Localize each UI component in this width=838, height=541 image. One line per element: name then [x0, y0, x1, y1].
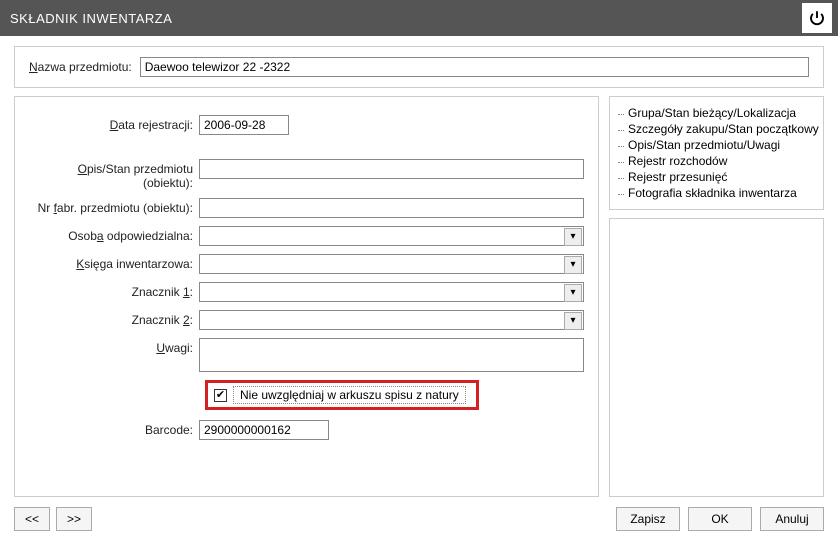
action-buttons: Zapisz OK Anuluj [616, 507, 824, 531]
mid-row: Data rejestracji: Opis/Stan przedmiotu (… [14, 96, 824, 497]
tree-item-opis[interactable]: Opis/Stan przedmiotu/Uwagi [618, 137, 815, 153]
tree-item-fotografia[interactable]: Fotografia składnika inwentarza [618, 185, 815, 201]
next-button[interactable]: >> [56, 507, 92, 531]
window-title: SKŁADNIK INWENTARZA [10, 11, 172, 26]
power-button[interactable] [802, 3, 832, 33]
name-panel: Nazwa przedmiotu: [14, 46, 824, 88]
osoba-select[interactable] [199, 226, 584, 246]
exclude-checkbox[interactable]: ✔ [214, 389, 227, 402]
form-panel: Data rejestracji: Opis/Stan przedmiotu (… [14, 96, 599, 497]
date-label: Data rejestracji: [29, 115, 199, 132]
ksiega-label: Księga inwentarzowa: [29, 254, 199, 271]
checkbox-row: ✔ Nie uwzględniaj w arkuszu spisu z natu… [205, 380, 584, 410]
fabr-label: Nr fabr. przedmiotu (obiektu): [29, 198, 199, 215]
barcode-input[interactable] [199, 420, 329, 440]
barcode-label: Barcode: [29, 420, 199, 437]
right-column: Grupa/Stan bieżący/Lokalizacja Szczegóły… [609, 96, 824, 497]
osoba-label: Osoba odpowiedzialna: [29, 226, 199, 243]
content-area: Nazwa przedmiotu: Data rejestracji: Opis… [0, 36, 838, 541]
zn1-label: Znacznik 1: [29, 282, 199, 299]
save-button[interactable]: Zapisz [616, 507, 680, 531]
cancel-button[interactable]: Anuluj [760, 507, 824, 531]
left-column: Data rejestracji: Opis/Stan przedmiotu (… [14, 96, 599, 497]
uwagi-label: Uwagi: [29, 338, 199, 355]
tree-item-rozchodow[interactable]: Rejestr rozchodów [618, 153, 815, 169]
tree-item-przesuniec[interactable]: Rejestr przesunięć [618, 169, 815, 185]
tree-panel: Grupa/Stan bieżący/Lokalizacja Szczegóły… [609, 96, 824, 210]
highlight-box: ✔ Nie uwzględniaj w arkuszu spisu z natu… [205, 380, 479, 410]
desc-input[interactable] [199, 159, 584, 179]
uwagi-textarea[interactable] [199, 338, 584, 372]
preview-panel [609, 218, 824, 497]
tree-item-grupa[interactable]: Grupa/Stan bieżący/Lokalizacja [618, 105, 815, 121]
tree-item-szczegoly[interactable]: Szczegóły zakupu/Stan początkowy [618, 121, 815, 137]
desc-label: Opis/Stan przedmiotu (obiektu): [29, 159, 199, 190]
titlebar: SKŁADNIK INWENTARZA [0, 0, 838, 36]
nav-buttons: << >> [14, 507, 92, 531]
bottom-row: << >> Zapisz OK Anuluj [14, 507, 824, 531]
name-input[interactable] [140, 57, 809, 77]
prev-button[interactable]: << [14, 507, 50, 531]
zn2-label: Znacznik 2: [29, 310, 199, 327]
ok-button[interactable]: OK [688, 507, 752, 531]
ksiega-select[interactable] [199, 254, 584, 274]
date-input[interactable] [199, 115, 289, 135]
checkbox-label: Nie uwzględniaj w arkuszu spisu z natury [233, 386, 466, 404]
zn1-select[interactable] [199, 282, 584, 302]
fabr-input[interactable] [199, 198, 584, 218]
zn2-select[interactable] [199, 310, 584, 330]
name-label: Nazwa przedmiotu: [29, 60, 132, 74]
power-icon [808, 9, 826, 27]
